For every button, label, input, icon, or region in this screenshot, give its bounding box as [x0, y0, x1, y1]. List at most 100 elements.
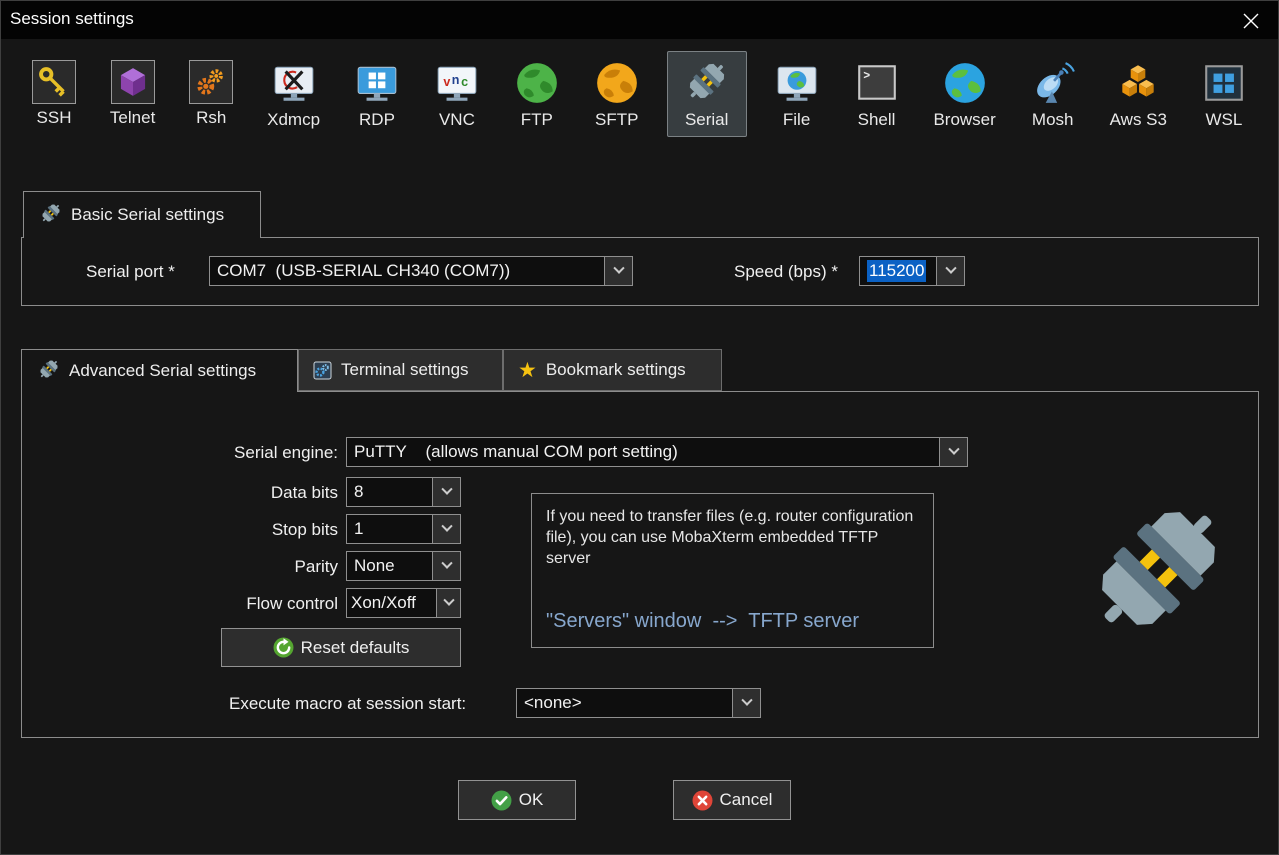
session-type-shell[interactable]: > Shell — [847, 51, 907, 137]
session-type-rsh[interactable]: Rsh — [182, 51, 240, 135]
session-type-label: SSH — [37, 108, 72, 128]
session-type-label: VNC — [439, 110, 475, 130]
tftp-info-link: "Servers" window --> TFTP server — [546, 610, 859, 633]
session-type-ssh[interactable]: SSH — [25, 51, 83, 135]
session-type-label: Telnet — [110, 108, 155, 128]
speed-dropdown-button[interactable] — [936, 257, 964, 285]
execute-macro-select[interactable]: <none> — [516, 688, 761, 718]
session-type-sftp[interactable]: SFTP — [587, 51, 647, 137]
cancel-x-icon — [692, 790, 713, 811]
session-type-file[interactable]: File — [767, 51, 827, 137]
big-plug-icon — [1086, 496, 1231, 646]
basic-serial-settings-header: Basic Serial settings — [23, 191, 261, 238]
serial-engine-value: PuTTY (allows manual COM port setting) — [347, 438, 939, 466]
reset-defaults-button[interactable]: Reset defaults — [221, 628, 461, 667]
session-type-label: Aws S3 — [1110, 110, 1167, 130]
basic-serial-settings-group — [21, 237, 1259, 306]
tftp-info-text: If you need to transfer files (e.g. rout… — [546, 506, 916, 569]
serial-port-dropdown-button[interactable] — [604, 257, 632, 285]
tab-label: Bookmark settings — [546, 360, 686, 380]
tab-bookmark-settings[interactable]: ★ Bookmark settings — [503, 349, 722, 391]
globe-green-icon — [514, 60, 560, 106]
key-icon — [32, 60, 76, 104]
session-type-label: Xdmcp — [267, 110, 320, 130]
globe-orange-icon — [594, 60, 640, 106]
serial-port-value: COM7 (USB-SERIAL CH340 (COM7)) — [210, 257, 604, 285]
svg-text:n: n — [452, 73, 460, 87]
cubes-icon — [1115, 60, 1161, 106]
stop-bits-value: 1 — [347, 515, 432, 543]
reset-icon — [273, 637, 294, 658]
session-type-serial[interactable]: Serial — [667, 51, 747, 137]
flow-control-select[interactable]: Xon/Xoff — [346, 588, 461, 618]
session-type-label: SFTP — [595, 110, 638, 130]
session-type-label: Shell — [858, 110, 896, 130]
speed-select[interactable]: 115200 — [859, 256, 965, 286]
session-type-aws-s3[interactable]: Aws S3 — [1103, 51, 1174, 137]
globe-blue-icon — [942, 60, 988, 106]
reset-defaults-label: Reset defaults — [301, 638, 410, 658]
serial-port-select[interactable]: COM7 (USB-SERIAL CH340 (COM7)) — [209, 256, 633, 286]
session-type-toolbar: SSH Telnet Rsh — [25, 51, 1254, 151]
execute-macro-label: Execute macro at session start: — [229, 694, 466, 714]
flow-control-value: Xon/Xoff — [347, 589, 436, 617]
stop-bits-dropdown-button[interactable] — [432, 515, 460, 543]
session-type-telnet[interactable]: Telnet — [103, 51, 162, 135]
session-type-vnc[interactable]: v n c VNC — [427, 51, 487, 137]
parity-dropdown-button[interactable] — [432, 552, 460, 580]
tab-advanced-serial-settings[interactable]: Advanced Serial settings — [21, 349, 298, 392]
parity-label: Parity — [101, 557, 338, 577]
gears-icon — [189, 60, 233, 104]
tab-label: Advanced Serial settings — [69, 361, 256, 381]
close-icon[interactable] — [1238, 8, 1264, 34]
data-bits-label: Data bits — [101, 483, 338, 503]
terminal-icon: > — [854, 60, 900, 106]
monitor-vnc-icon: v n c — [434, 60, 480, 106]
parity-value: None — [347, 552, 432, 580]
data-bits-select[interactable]: 8 — [346, 477, 461, 507]
tab-terminal-settings[interactable]: Terminal settings — [298, 349, 503, 391]
monitor-globe-icon — [774, 60, 820, 106]
cube-icon — [111, 60, 155, 104]
session-type-mosh[interactable]: Mosh — [1023, 51, 1083, 137]
stop-bits-select[interactable]: 1 — [346, 514, 461, 544]
cancel-button[interactable]: Cancel — [673, 780, 791, 820]
monitor-windows-icon — [354, 60, 400, 106]
tftp-info-box: If you need to transfer files (e.g. rout… — [531, 493, 934, 648]
execute-macro-value: <none> — [517, 689, 732, 717]
session-type-label: WSL — [1205, 110, 1242, 130]
parity-select[interactable]: None — [346, 551, 461, 581]
titlebar: Session settings — [1, 1, 1278, 39]
session-type-wsl[interactable]: WSL — [1194, 51, 1254, 137]
session-type-ftp[interactable]: FTP — [507, 51, 567, 137]
satellite-icon — [1030, 60, 1076, 106]
ok-check-icon — [491, 790, 512, 811]
ok-label: OK — [519, 790, 544, 810]
plug-icon — [684, 60, 730, 106]
cancel-label: Cancel — [720, 790, 773, 810]
session-type-label: Mosh — [1032, 110, 1074, 130]
star-icon: ★ — [518, 360, 537, 381]
serial-engine-label: Serial engine: — [101, 443, 338, 463]
data-bits-dropdown-button[interactable] — [432, 478, 460, 506]
flow-control-dropdown-button[interactable] — [436, 589, 460, 617]
session-settings-dialog: Session settings SSH Teln — [0, 0, 1279, 855]
plug-icon — [40, 202, 62, 229]
execute-macro-dropdown-button[interactable] — [732, 689, 760, 717]
session-type-rdp[interactable]: RDP — [347, 51, 407, 137]
serial-engine-dropdown-button[interactable] — [939, 438, 967, 466]
monitor-x-icon — [271, 60, 317, 106]
terminal-gear-icon — [313, 361, 332, 380]
tab-label: Terminal settings — [341, 360, 469, 380]
window-title: Session settings — [10, 9, 134, 29]
session-type-xdmcp[interactable]: Xdmcp — [260, 51, 327, 137]
plug-icon — [38, 358, 60, 385]
session-type-browser[interactable]: Browser — [926, 51, 1002, 137]
windows-icon — [1201, 60, 1247, 106]
session-type-label: Browser — [933, 110, 995, 130]
ok-button[interactable]: OK — [458, 780, 576, 820]
session-type-label: Serial — [685, 110, 728, 130]
session-type-label: FTP — [521, 110, 553, 130]
session-type-label: File — [783, 110, 810, 130]
serial-engine-select[interactable]: PuTTY (allows manual COM port setting) — [346, 437, 968, 467]
